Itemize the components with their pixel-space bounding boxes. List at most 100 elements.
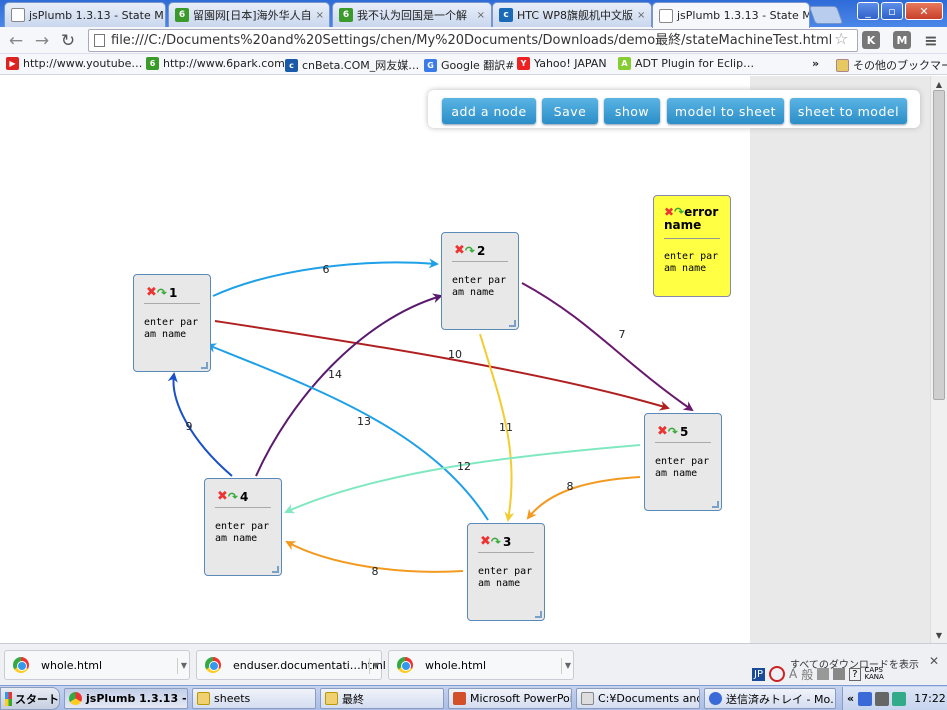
wrench-menu-icon[interactable]: ≡ [922,31,940,50]
ime-help-icon[interactable]: ? [849,667,861,681]
chevron-down-icon[interactable]: ▼ [560,658,571,674]
taskbar-item-sheets[interactable]: sheets [192,688,316,709]
delete-icon[interactable]: ✖ [657,424,668,439]
connection-label[interactable]: 7 [619,328,626,341]
new-tab-button[interactable] [808,6,844,24]
connect-arrow-icon[interactable]: ↷ [674,205,684,219]
state-node-5[interactable]: ✖ ↷ 5 enter param name [644,413,722,511]
bookmarks-overflow[interactable]: » [812,57,819,70]
bookmark-star-icon[interactable]: ☆ [834,29,848,48]
node-param-text[interactable]: enter param name [478,566,538,590]
taskbar-item-explorer[interactable]: C:¥Documents and … [576,688,700,709]
address-bar[interactable]: file:///C:/Documents%20and%20Settings/ch… [88,29,858,52]
forward-icon[interactable]: → [32,31,52,51]
vertical-scrollbar[interactable]: ▲ ▼ [930,76,947,643]
node-param-text[interactable]: enter param name [655,456,715,480]
taskbar-item-mail[interactable]: 送信済みトレイ - Mo… [704,688,836,709]
ime-tool-icon[interactable] [817,668,830,680]
delete-icon[interactable]: ✖ [217,489,228,504]
state-node-1[interactable]: ✖ ↷ 1 enter param name [133,274,211,372]
download-item[interactable]: whole.html ▼ [4,650,190,680]
tab-5-active[interactable]: jsPlumb 1.3.13 - State M × [652,2,810,28]
connect-arrow-icon[interactable]: ↷ [465,244,475,258]
tab-close-icon[interactable]: × [633,10,645,21]
connection-label[interactable]: 14 [328,368,342,381]
taskbar-item-final[interactable]: 最終 [320,688,444,709]
connect-arrow-icon[interactable]: ↷ [668,425,678,439]
resize-handle[interactable] [509,320,516,327]
reload-icon[interactable]: ↻ [58,31,78,51]
node-param-text[interactable]: enter param name [664,251,724,275]
connection-label[interactable]: 9 [186,420,193,433]
state-node-3[interactable]: ✖ ↷ 3 enter param name [467,523,545,621]
node-param-text[interactable]: enter param name [215,521,275,545]
tab-2[interactable]: 6 留園网[日本]海外华人自 × [168,2,330,27]
connection-5-4[interactable] [284,444,641,514]
add-node-button[interactable]: add a node [442,98,536,124]
gmail-extension-icon[interactable]: M [893,31,911,49]
connection-label[interactable]: 8 [372,565,379,578]
connection-4-1[interactable] [167,372,233,477]
connect-arrow-icon[interactable]: ↷ [157,286,167,300]
save-button[interactable]: Save [542,98,598,124]
other-bookmarks[interactable]: その他のブックマーク [836,57,947,73]
bookmark-cnbeta[interactable]: c cnBeta.COM_网友媒… [285,57,419,73]
ime-kanji-icon[interactable]: 般 [801,666,813,683]
tab-close-icon[interactable]: × [312,10,324,21]
download-item[interactable]: enduser.documentati…html ▼ [196,650,386,680]
connection-label[interactable]: 6 [323,263,330,276]
error-state-node[interactable]: ✖↷error name enter param name [653,195,731,297]
model-to-sheet-button[interactable]: model to sheet [667,98,784,124]
maximize-button[interactable]: ▫ [881,2,903,20]
bookmark-youtube[interactable]: ▶ http://www.youtube… [6,57,142,70]
network-icon[interactable] [858,691,873,706]
ime-language-icon[interactable]: JP [752,667,765,681]
ime-mode-icon[interactable] [768,666,785,682]
minimize-button[interactable]: _ [857,2,879,20]
delete-icon[interactable]: ✖ [664,205,674,219]
state-node-2[interactable]: ✖ ↷ 2 enter param name [441,232,519,330]
sheet-to-model-button[interactable]: sheet to model [790,98,907,124]
connect-arrow-icon[interactable]: ↷ [491,535,501,549]
connection-label[interactable]: 13 [357,415,371,428]
resize-handle[interactable] [712,501,719,508]
tab-1[interactable]: jsPlumb 1.3.13 - State M × [4,2,166,27]
tab-4[interactable]: c HTC WP8旗舰机中文版 × [492,2,652,27]
download-item[interactable]: whole.html ▼ [388,650,574,680]
node-param-text[interactable]: enter param name [452,275,512,299]
bookmark-6park[interactable]: 6 http://www.6park.com/ [146,57,289,70]
delete-icon[interactable]: ✖ [454,243,465,258]
bookmark-adt[interactable]: A ADT Plugin for Eclip… [618,57,754,70]
back-icon[interactable]: ← [6,31,26,51]
connection-label[interactable]: 10 [448,348,462,361]
connection-4-2[interactable] [255,293,443,477]
tab-close-icon[interactable]: × [473,10,485,21]
chevron-down-icon[interactable]: ▼ [368,658,379,674]
connection-label[interactable]: 11 [499,421,513,434]
show-button[interactable]: show [604,98,660,124]
connect-arrow-icon[interactable]: ↷ [228,490,238,504]
security-icon[interactable] [892,691,907,706]
resize-handle[interactable] [201,362,208,369]
state-machine-canvas[interactable]: 6 7 10 11 14 13 9 12 8 8 [0,76,750,643]
taskbar-item-powerpoint[interactable]: Microsoft PowerPoi… [448,688,572,709]
connection-label[interactable]: 8 [567,480,574,493]
k-extension-icon[interactable]: K [862,31,880,49]
ime-pad-icon[interactable] [833,668,846,680]
ime-input-icon[interactable]: A [789,667,797,681]
node-param-text[interactable]: enter param name [144,317,204,341]
tab-close-icon[interactable]: × [164,10,165,21]
delete-icon[interactable]: ✖ [146,285,157,300]
scroll-up-icon[interactable]: ▲ [933,78,945,90]
start-button[interactable]: スタート [0,687,60,710]
close-button[interactable]: ✕ [905,2,943,20]
state-node-4[interactable]: ✖ ↷ 4 enter param name [204,478,282,576]
bookmark-google-translate[interactable]: G Google 翻訳# [424,57,515,73]
resize-handle[interactable] [272,566,279,573]
volume-icon[interactable] [875,691,890,706]
connection-label[interactable]: 12 [457,460,471,473]
chevron-down-icon[interactable]: ▼ [176,658,187,674]
bookmark-yahoo[interactable]: Y Yahoo! JAPAN [517,57,607,70]
scroll-down-icon[interactable]: ▼ [933,629,945,641]
tab-3[interactable]: 6 我不认为回国是一个解 × [332,2,492,27]
